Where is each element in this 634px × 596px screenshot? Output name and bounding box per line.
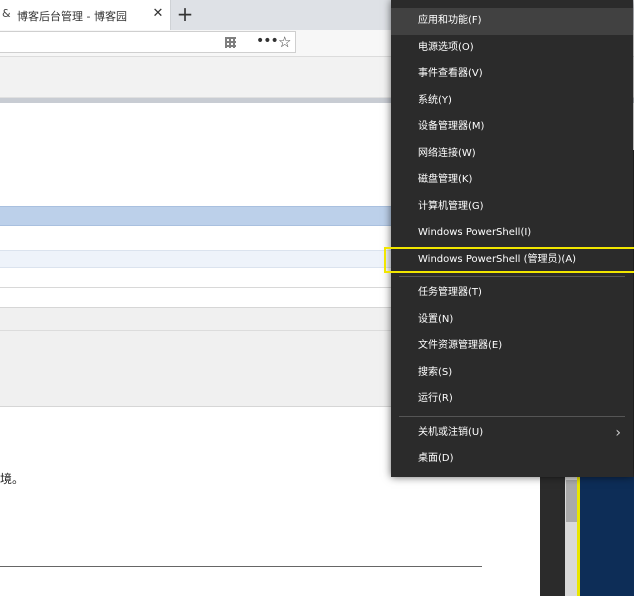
qr-code-icon[interactable]: [225, 37, 236, 48]
menu-item-label: 关机或注销(U): [418, 426, 484, 438]
chevron-right-icon: ›: [615, 424, 621, 441]
background-panel: [580, 477, 634, 596]
menu-item-shutdown-signout[interactable]: 关机或注销(U) ›: [391, 420, 633, 447]
menu-item-device-manager[interactable]: 设备管理器(M): [391, 114, 633, 141]
browser-tab[interactable]: & 博客后台管理 - 博客园 ✕: [0, 0, 171, 30]
menu-item-apps-features[interactable]: 应用和功能(F): [391, 8, 633, 35]
menu-item-label: 设备管理器(M): [418, 121, 485, 132]
menu-item-label: 系统(Y): [418, 94, 452, 106]
favorite-star-icon[interactable]: ☆: [278, 34, 294, 50]
menu-item-network-connections[interactable]: 网络连接(W): [391, 141, 633, 168]
menu-item-label: 运行(R): [418, 393, 453, 404]
menu-item-label: Windows PowerShell (管理员)(A): [418, 253, 577, 265]
menu-item-file-explorer[interactable]: 文件资源管理器(E): [391, 333, 633, 360]
menu-item-disk-management[interactable]: 磁盘管理(K): [391, 167, 633, 194]
menu-item-label: 任务管理器(T): [418, 287, 482, 298]
new-tab-button[interactable]: +: [175, 3, 195, 25]
menu-item-label: 设置(N): [418, 313, 454, 325]
content-text-fragment: 境。: [0, 472, 25, 486]
menu-item-label: 搜索(S): [418, 366, 453, 378]
menu-item-computer-management[interactable]: 计算机管理(G): [391, 194, 633, 221]
menu-item-run[interactable]: 运行(R): [391, 386, 633, 413]
menu-item-task-manager[interactable]: 任务管理器(T): [391, 280, 633, 307]
menu-item-label: 计算机管理(G): [418, 200, 484, 212]
menu-separator: [399, 276, 625, 277]
address-bar[interactable]: ••• ☆: [0, 31, 296, 53]
menu-item-label: 桌面(D): [418, 453, 454, 464]
menu-item-settings[interactable]: 设置(N): [391, 307, 633, 334]
menu-item-powershell-admin[interactable]: Windows PowerShell (管理员)(A): [384, 246, 634, 273]
menu-item-label: 文件资源管理器(E): [418, 340, 503, 351]
tab-title: 博客后台管理 - 博客园: [17, 10, 127, 23]
winx-context-menu: 应用和功能(F) 电源选项(O) 事件查看器(V) 系统(Y) 设备管理器(M) 网络连接…: [384, 0, 634, 477]
menu-separator: [399, 415, 625, 417]
menu-item-label: 网络连接(W): [418, 147, 476, 159]
menu-item-desktop[interactable]: 桌面(D): [391, 446, 633, 473]
content-bottom-rule: [0, 566, 482, 567]
menu-item-powershell[interactable]: Windows PowerShell(I): [391, 220, 633, 247]
menu-item-power-options[interactable]: 电源选项(O): [391, 35, 633, 62]
menu-item-label: Windows PowerShell(I): [418, 227, 532, 238]
menu-item-system[interactable]: 系统(Y): [391, 88, 633, 115]
menu-item-label: 应用和功能(F): [418, 15, 482, 26]
more-actions-icon[interactable]: •••: [256, 34, 279, 49]
menu-item-event-viewer[interactable]: 事件查看器(V): [391, 61, 633, 88]
scrollbar-thumb[interactable]: [566, 480, 577, 522]
site-favicon-icon: &: [2, 7, 11, 20]
menu-item-label: 事件查看器(V): [418, 68, 483, 79]
close-tab-icon[interactable]: ✕: [150, 6, 166, 22]
menu-item-search[interactable]: 搜索(S): [391, 360, 633, 387]
menu-item-label: 磁盘管理(K): [418, 174, 473, 185]
menu-item-label: 电源选项(O): [418, 41, 474, 53]
